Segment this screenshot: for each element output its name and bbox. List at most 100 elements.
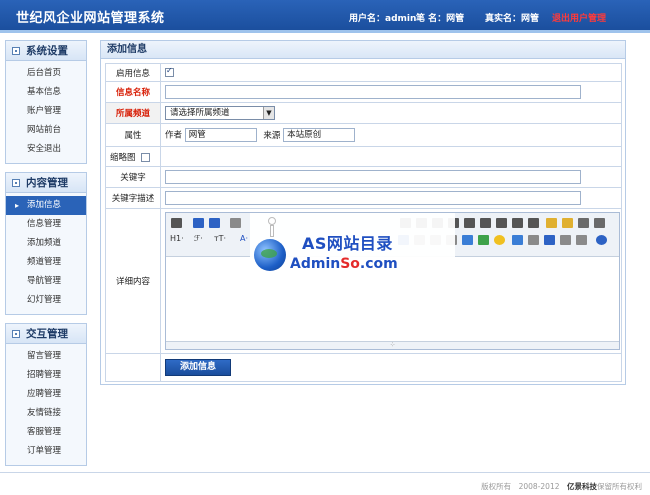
sidebar-group-header[interactable]: 系统设置 xyxy=(6,41,86,61)
thumb-label: 缩略图 xyxy=(110,152,136,163)
font-size-button[interactable]: ᴛT· xyxy=(214,234,226,243)
thumb-checkbox[interactable] xyxy=(141,152,151,162)
sidebar-item-add-info[interactable]: 添加信息 xyxy=(6,196,86,215)
desc-label: 关键字描述 xyxy=(105,187,161,209)
description-input[interactable] xyxy=(165,191,581,205)
watermark-line2-a: Admin xyxy=(290,256,341,272)
pen-name-label: 笔 名：网管 xyxy=(416,14,465,24)
sidebar: 系统设置 后台首页 基本信息 账户管理 网站前台 安全退出 内容管理 添加信息 … xyxy=(5,40,87,474)
help-icon[interactable] xyxy=(596,235,607,245)
author-input[interactable]: 网管 xyxy=(184,128,257,142)
redo-icon[interactable] xyxy=(209,218,220,228)
watermark-line2: AdminSo.com xyxy=(290,256,398,272)
sidebar-group-header[interactable]: 交互管理 xyxy=(6,324,86,344)
watermark-logo: AS网站目录 AdminSo.com xyxy=(250,213,455,281)
chevron-down-icon: ▼ xyxy=(263,107,274,119)
unlink-icon[interactable] xyxy=(576,235,587,245)
watermark-line2-b: So xyxy=(340,256,360,272)
emoticon-icon[interactable] xyxy=(494,235,505,245)
unordered-list-icon[interactable] xyxy=(464,218,475,228)
clear-format-icon[interactable] xyxy=(546,218,557,228)
sidebar-item-info-manage[interactable]: 信息管理 xyxy=(6,215,86,234)
hr-icon[interactable] xyxy=(478,235,489,245)
font-family-button[interactable]: ℱ· xyxy=(194,234,203,243)
sidebar-item-channel-manage[interactable]: 频道管理 xyxy=(6,253,86,272)
sidebar-item-frontend[interactable]: 网站前台 xyxy=(6,121,86,140)
source-label: 来源 xyxy=(263,130,281,141)
subscript-icon[interactable] xyxy=(512,218,523,228)
indent-icon[interactable] xyxy=(480,218,491,228)
enable-label: 启用信息 xyxy=(105,63,161,82)
thumb-value xyxy=(160,146,622,167)
table-icon[interactable] xyxy=(462,235,473,245)
footer: 版权所有 2008-2012 亿景科技保留所有权利 xyxy=(481,481,642,492)
sidebar-item-applicants[interactable]: 应聘管理 xyxy=(6,385,86,404)
sidebar-item-links[interactable]: 友情链接 xyxy=(6,404,86,423)
logout-link[interactable]: 退出用户管理 xyxy=(552,11,606,24)
heading-button[interactable]: H1· xyxy=(170,234,184,243)
sidebar-group-interaction: 交互管理 留言管理 招聘管理 应聘管理 友情链接 客服管理 订单管理 xyxy=(5,323,87,466)
fullscreen-icon[interactable] xyxy=(594,218,605,228)
link-icon[interactable] xyxy=(560,235,571,245)
keywords-input[interactable] xyxy=(165,170,581,184)
channel-select[interactable]: 请选择所属频道 ▼ xyxy=(165,106,275,120)
figure-head xyxy=(268,217,276,225)
group-icon xyxy=(12,329,20,338)
name-label: 信息名称 xyxy=(105,81,161,103)
sidebar-group-header[interactable]: 内容管理 xyxy=(6,173,86,193)
image-icon[interactable] xyxy=(512,235,523,245)
pointer-icon[interactable] xyxy=(578,218,589,228)
undo-icon[interactable] xyxy=(193,218,204,228)
sidebar-group-system: 系统设置 后台首页 基本信息 账户管理 网站前台 安全退出 xyxy=(5,40,87,164)
footer-copyright: 版权所有 2008-2012 xyxy=(481,482,567,491)
sidebar-item-logout[interactable]: 安全退出 xyxy=(6,140,86,159)
sidebar-group-content: 内容管理 添加信息 信息管理 添加频道 频道管理 导航管理 幻灯管理 xyxy=(5,172,87,315)
source-icon[interactable] xyxy=(171,218,182,228)
select-all-icon[interactable] xyxy=(562,218,573,228)
sidebar-item-orders[interactable]: 订单管理 xyxy=(6,442,86,461)
sidebar-item-service[interactable]: 客服管理 xyxy=(6,423,86,442)
real-name-label: 真实名：网管 xyxy=(485,14,540,24)
sidebar-item-add-channel[interactable]: 添加频道 xyxy=(6,234,86,253)
anchor-icon[interactable] xyxy=(544,235,555,245)
sidebar-item-nav-manage[interactable]: 导航管理 xyxy=(6,272,86,291)
group-icon xyxy=(12,178,20,187)
submit-button[interactable]: 添加信息 xyxy=(165,359,231,376)
enable-checkbox[interactable] xyxy=(165,66,174,77)
channel-select-value: 请选择所属频道 xyxy=(170,108,230,118)
keywords-label: 关键字 xyxy=(105,166,161,188)
sidebar-item-basic-info[interactable]: 基本信息 xyxy=(6,83,86,102)
username-label: 用户名：admin xyxy=(349,14,417,24)
pagebreak-icon[interactable] xyxy=(528,235,539,245)
resize-grip-icon[interactable]: ⁘ xyxy=(166,341,619,349)
info-name-input[interactable] xyxy=(165,85,581,99)
figure-body xyxy=(270,225,274,237)
submit-label-cell xyxy=(105,353,161,382)
figure-icon xyxy=(264,217,280,241)
header-stripe xyxy=(0,30,650,33)
author-label: 作者 xyxy=(165,130,183,141)
sidebar-group-title: 系统设置 xyxy=(26,45,68,57)
panel-title: 添加信息 xyxy=(101,41,625,59)
footer-divider xyxy=(0,472,650,473)
outdent-icon[interactable] xyxy=(496,218,507,228)
source-input[interactable]: 本站原创 xyxy=(283,128,356,142)
footer-suffix: 保留所有权利 xyxy=(597,482,642,491)
watermark-line1: AS网站目录 xyxy=(302,234,393,253)
sidebar-item-home[interactable]: 后台首页 xyxy=(6,64,86,83)
sidebar-group-title: 交互管理 xyxy=(26,328,68,340)
sidebar-item-recruit[interactable]: 招聘管理 xyxy=(6,366,86,385)
find-icon[interactable] xyxy=(230,218,241,228)
app-title: 世纪风企业网站管理系统 xyxy=(16,11,165,26)
sidebar-item-messages[interactable]: 留言管理 xyxy=(6,347,86,366)
sidebar-item-accounts[interactable]: 账户管理 xyxy=(6,102,86,121)
group-icon xyxy=(12,46,20,55)
sidebar-group-title: 内容管理 xyxy=(26,177,68,189)
superscript-icon[interactable] xyxy=(528,218,539,228)
font-color-button[interactable]: A· xyxy=(240,234,248,243)
channel-label: 所属频道 xyxy=(105,102,161,124)
attr-label: 属性 xyxy=(105,123,161,147)
sidebar-item-slide-manage[interactable]: 幻灯管理 xyxy=(6,291,86,310)
top-header: 世纪风企业网站管理系统 用户名：admin 笔 名：网管 真实名：网管 退出用户… xyxy=(0,0,650,30)
footer-brand: 亿景科技 xyxy=(567,482,597,491)
